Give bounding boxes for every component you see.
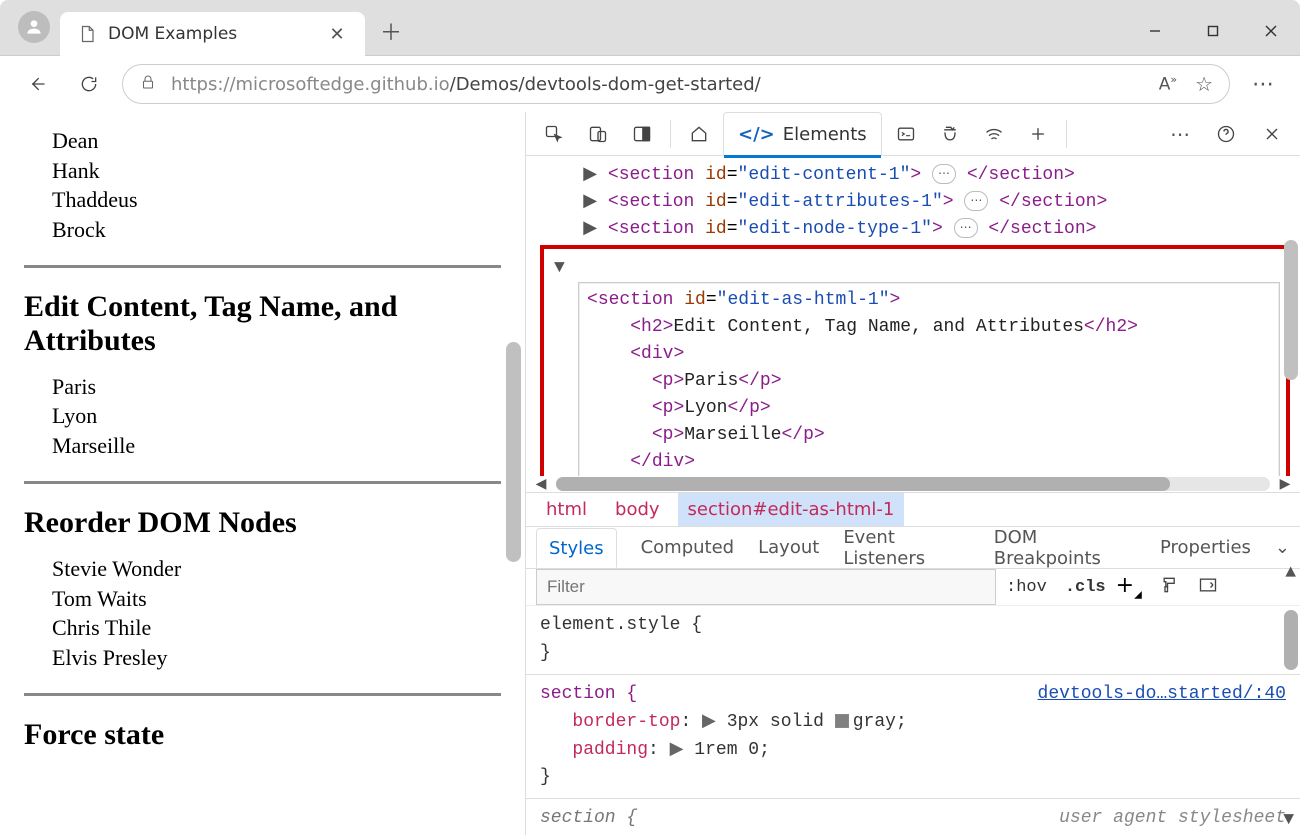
tab-properties[interactable]: Properties — [1160, 537, 1251, 558]
back-button[interactable] — [18, 65, 56, 103]
page-pane: Dean Hank Thaddeus Brock Edit Content, T… — [0, 112, 525, 835]
code-icon: </> — [738, 124, 775, 145]
url-text: https://microsoftedge.github.io/Demos/de… — [171, 74, 761, 95]
crumb-html[interactable]: html — [536, 493, 597, 526]
list-item: Stevie Wonder — [52, 554, 501, 584]
settings-more-button[interactable]: ⋯ — [1244, 65, 1282, 103]
list-artists: Stevie Wonder Tom Waits Chris Thile Elvi… — [24, 554, 501, 673]
list-item: Elvis Presley — [52, 643, 501, 673]
tab-event-listeners[interactable]: Event Listeners — [843, 527, 969, 569]
element-style-rule[interactable]: element.style { } — [540, 612, 1286, 668]
read-aloud-icon[interactable]: A» — [1159, 73, 1177, 95]
styles-body: ▲ element.style { } devtools-do…started/… — [526, 606, 1300, 839]
tab-title: DOM Examples — [108, 24, 311, 44]
sources-icon[interactable] — [930, 116, 970, 152]
inspect-icon[interactable] — [534, 116, 574, 152]
tab-computed[interactable]: Computed — [641, 537, 735, 558]
dom-tree-scrollbar[interactable] — [1284, 240, 1298, 380]
address-bar: https://microsoftedge.github.io/Demos/de… — [0, 56, 1300, 112]
console-icon[interactable] — [886, 116, 926, 152]
new-tab-button[interactable]: ＋ — [371, 11, 411, 51]
dom-tree-hscroll[interactable]: ◀ ▶ — [526, 476, 1300, 492]
browser-tab[interactable]: DOM Examples ✕ — [60, 12, 365, 56]
styles-scrollbar[interactable] — [1284, 610, 1298, 670]
window-titlebar: DOM Examples ✕ ＋ — [0, 0, 1300, 56]
refresh-button[interactable] — [70, 65, 108, 103]
ua-section-rule: user agent stylesheet section { — [540, 805, 1286, 833]
list-item: Dean — [52, 126, 501, 156]
heading-reorder: Reorder DOM Nodes — [24, 506, 501, 540]
dom-tree-node[interactable]: ▶ <section id="edit-attributes-1"> ⋯ </s… — [540, 189, 1290, 216]
list-item: Marseille — [52, 431, 501, 461]
divider — [24, 693, 501, 696]
divider — [24, 265, 501, 268]
favorite-icon[interactable]: ☆ — [1195, 72, 1213, 96]
maximize-button[interactable] — [1184, 11, 1242, 51]
edit-as-html-highlight: ▼ <section id="edit-as-html-1"> <h2>Edit… — [540, 245, 1290, 476]
crumb-body[interactable]: body — [605, 493, 670, 526]
source-link[interactable]: devtools-do…started/:40 — [1038, 681, 1286, 709]
chevron-down-icon[interactable]: ⌄ — [1275, 537, 1290, 558]
page-scrollbar[interactable] — [506, 342, 521, 562]
list-cities: Paris Lyon Marseille — [24, 372, 501, 461]
list-names-top: Dean Hank Thaddeus Brock — [24, 126, 501, 245]
welcome-tab-icon[interactable] — [679, 116, 719, 152]
more-tabs-icon[interactable] — [1018, 116, 1058, 152]
help-icon[interactable] — [1206, 116, 1246, 152]
devtools-close-icon[interactable] — [1252, 116, 1292, 152]
devtools-toolbar: </> Elements ⋯ — [526, 112, 1300, 156]
devtools-panel: </> Elements ⋯ ▶ <section id="edit-conte… — [525, 112, 1300, 835]
hov-toggle[interactable]: :hov — [1006, 578, 1047, 597]
tab-close-button[interactable]: ✕ — [323, 20, 351, 48]
list-item: Brock — [52, 215, 501, 245]
site-info-icon[interactable] — [139, 73, 157, 95]
dom-tree-node[interactable]: ▶ <section id="edit-content-1"> ⋯ </sect… — [540, 162, 1290, 189]
elements-tab[interactable]: </> Elements — [723, 112, 882, 156]
tab-dom-breakpoints[interactable]: DOM Breakpoints — [994, 527, 1136, 569]
minimize-button[interactable] — [1126, 11, 1184, 51]
device-toggle-icon[interactable] — [578, 116, 618, 152]
url-box[interactable]: https://microsoftedge.github.io/Demos/de… — [122, 64, 1230, 104]
list-item: Thaddeus — [52, 185, 501, 215]
list-item: Paris — [52, 372, 501, 402]
list-item: Lyon — [52, 401, 501, 431]
heading-edit-content: Edit Content, Tag Name, and Attributes — [24, 290, 501, 358]
dom-tree-node[interactable]: ▶ <section id="edit-node-type-1"> ⋯ </se… — [540, 216, 1290, 243]
color-swatch-icon[interactable] — [835, 714, 849, 728]
scroll-up-icon[interactable]: ▲ — [1285, 560, 1296, 588]
devtools-more-icon[interactable]: ⋯ — [1160, 116, 1200, 152]
list-item: Hank — [52, 156, 501, 186]
styles-tabs: Styles Computed Layout Event Listeners D… — [526, 527, 1300, 569]
cls-toggle[interactable]: .cls — [1065, 578, 1106, 597]
scroll-down-icon[interactable]: ▼ — [1283, 807, 1294, 835]
styles-filter-input[interactable] — [536, 569, 996, 605]
new-style-rule-icon[interactable]: +◢ — [1116, 573, 1142, 600]
page-icon — [78, 25, 96, 43]
dom-breadcrumb: html body section#edit-as-html-1 — [526, 492, 1300, 527]
crumb-section[interactable]: section#edit-as-html-1 — [678, 493, 905, 526]
divider — [24, 481, 501, 484]
network-icon[interactable] — [974, 116, 1014, 152]
section-rule[interactable]: devtools-do…started/:40 section { border… — [540, 681, 1286, 793]
tab-layout[interactable]: Layout — [758, 537, 819, 558]
dock-icon[interactable] — [622, 116, 662, 152]
edit-as-html-textarea[interactable]: <section id="edit-as-html-1"> <h2>Edit C… — [578, 282, 1280, 476]
styles-filter-row: :hov .cls +◢ — [526, 569, 1300, 606]
tab-styles[interactable]: Styles — [536, 528, 617, 568]
window-close-button[interactable] — [1242, 11, 1300, 51]
paint-icon[interactable] — [1160, 575, 1180, 599]
profile-icon[interactable] — [18, 11, 50, 43]
computed-sidebar-icon[interactable] — [1198, 575, 1218, 599]
list-item: Chris Thile — [52, 613, 501, 643]
window-controls — [1126, 11, 1300, 51]
list-item: Tom Waits — [52, 584, 501, 614]
dom-tree[interactable]: ▶ <section id="edit-content-1"> ⋯ </sect… — [526, 156, 1300, 476]
heading-force-state: Force state — [24, 718, 501, 752]
